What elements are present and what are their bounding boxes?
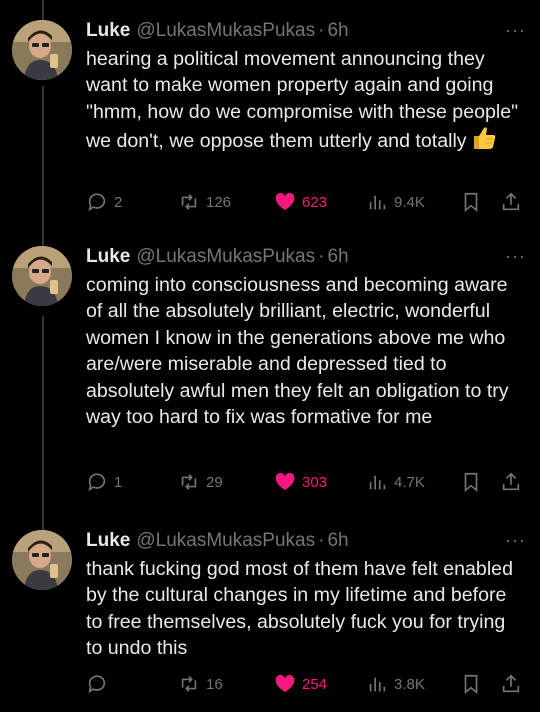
retweet-count: 29	[206, 473, 223, 491]
heart-icon	[275, 192, 295, 211]
more-options-icon[interactable]: ···	[505, 246, 526, 267]
more-options-icon[interactable]: ···	[505, 20, 526, 41]
reply-count: 1	[114, 473, 123, 491]
like-button[interactable]: 623	[274, 188, 327, 216]
retweet-button[interactable]: 29	[178, 468, 223, 496]
bookmark-icon	[464, 472, 478, 493]
heart-icon	[275, 674, 295, 693]
share-button[interactable]	[500, 188, 528, 216]
views-count: 9.4K	[394, 193, 425, 211]
share-button[interactable]	[500, 468, 528, 496]
tweet-text: coming into consciousness and becoming a…	[86, 274, 515, 429]
user-handle[interactable]: @LukasMukasPukas	[136, 530, 315, 552]
reply-count: 2	[114, 193, 123, 211]
action-bar: 1 29 303 4.7K	[86, 468, 526, 496]
avatar[interactable]	[12, 530, 72, 590]
thread-line-2	[42, 316, 44, 530]
views-icon	[369, 195, 386, 210]
bookmark-button[interactable]	[460, 188, 488, 216]
reply-button[interactable]	[86, 670, 114, 698]
tweet-text: thank fucking god most of them have felt…	[86, 558, 519, 660]
heart-icon	[275, 472, 295, 491]
reply-icon	[88, 675, 106, 694]
display-name[interactable]: Luke	[86, 20, 130, 42]
bookmark-button[interactable]	[460, 670, 488, 698]
avatar[interactable]	[12, 20, 72, 80]
bookmark-icon	[464, 192, 478, 213]
views-icon	[369, 475, 386, 490]
views-button[interactable]: 3.8K	[366, 670, 425, 698]
like-button[interactable]: 254	[274, 670, 327, 698]
more-options-icon[interactable]: ···	[505, 530, 526, 551]
display-name[interactable]: Luke	[86, 246, 130, 268]
retweet-count: 126	[206, 193, 232, 211]
like-button[interactable]: 303	[274, 468, 327, 496]
retweet-icon	[181, 676, 197, 692]
bookmark-icon	[464, 674, 478, 695]
reply-button[interactable]: 2	[86, 188, 122, 216]
avatar-image	[12, 530, 72, 590]
timestamp[interactable]: 6h	[327, 20, 348, 42]
views-button[interactable]: 4.7K	[366, 468, 425, 496]
retweet-button[interactable]: 16	[178, 670, 223, 698]
retweet-icon	[181, 194, 197, 210]
thread-line-top	[42, 0, 44, 20]
like-count: 303	[302, 473, 328, 491]
avatar[interactable]	[12, 246, 72, 306]
tweet-text-content: hearing a political movement announcing …	[86, 48, 524, 153]
action-bar: 2 126 623 9.4K	[86, 188, 526, 216]
views-count: 4.7K	[394, 473, 425, 491]
reply-icon	[88, 473, 106, 492]
timestamp[interactable]: 6h	[327, 246, 348, 268]
retweet-button[interactable]: 126	[178, 188, 231, 216]
action-bar: 16 254 3.8K	[86, 670, 526, 698]
share-icon	[502, 674, 520, 693]
thread-line-1	[42, 86, 44, 246]
views-button[interactable]: 9.4K	[366, 188, 425, 216]
reply-button[interactable]: 1	[86, 468, 122, 496]
separator: ·	[318, 246, 325, 267]
share-button[interactable]	[500, 670, 528, 698]
reply-icon	[88, 193, 106, 212]
share-icon	[502, 192, 520, 211]
display-name[interactable]: Luke	[86, 530, 130, 552]
bookmark-button[interactable]	[460, 468, 488, 496]
timestamp[interactable]: 6h	[327, 530, 348, 552]
retweet-count: 16	[206, 675, 223, 693]
share-icon	[502, 472, 520, 491]
user-handle[interactable]: @LukasMukasPukas	[136, 20, 315, 42]
separator: ·	[318, 20, 325, 41]
tweet-text: hearing a political movement announcing …	[86, 46, 526, 155]
retweet-icon	[181, 474, 197, 490]
views-icon	[369, 677, 386, 692]
like-count: 623	[302, 193, 328, 211]
user-handle[interactable]: @LukasMukasPukas	[136, 246, 315, 268]
thumbs-up-emoji	[473, 127, 495, 150]
separator: ·	[318, 530, 325, 551]
views-count: 3.8K	[394, 675, 425, 693]
like-count: 254	[302, 675, 328, 693]
avatar-image	[12, 20, 72, 80]
avatar-image	[12, 246, 72, 306]
